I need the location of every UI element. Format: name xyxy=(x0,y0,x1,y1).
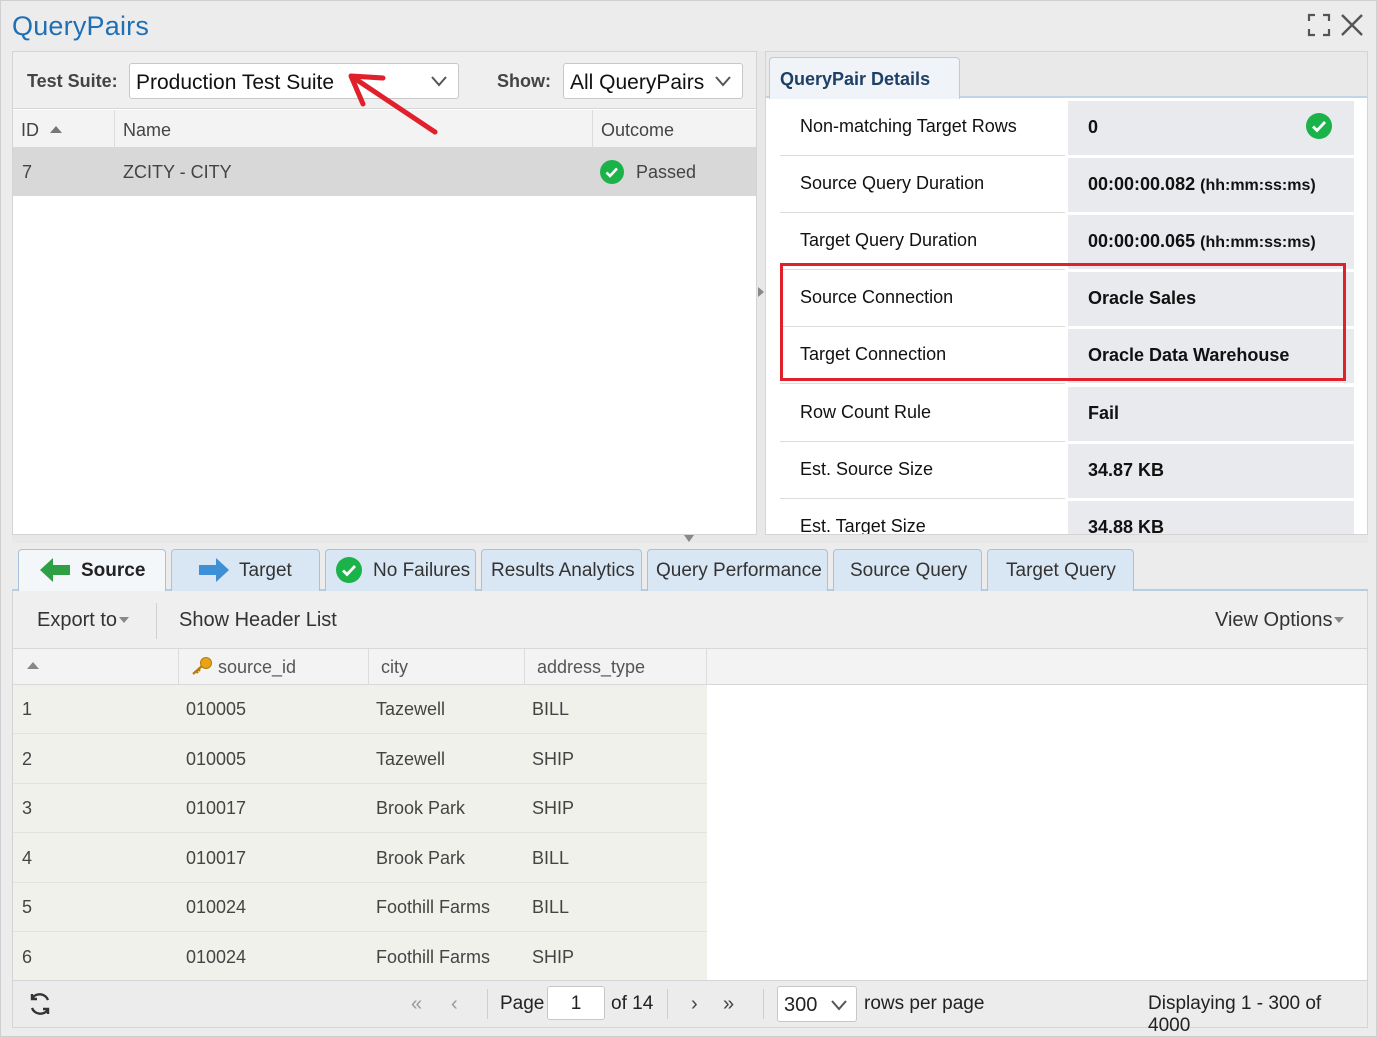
check-circle-icon xyxy=(1306,113,1332,139)
maximize-icon[interactable] xyxy=(1307,13,1331,37)
column-header-source-id[interactable]: source_id xyxy=(179,649,369,685)
tab-querypair-details[interactable]: QueryPair Details xyxy=(769,57,960,99)
table-row[interactable]: 6 010024 Foothill Farms SHIP xyxy=(13,933,707,982)
arrow-right-blue-icon xyxy=(199,558,229,582)
detail-label: Est. Source Size xyxy=(780,443,1065,499)
dropdown-arrow-icon xyxy=(1334,617,1345,623)
pagination-bar: « ‹ Page 1 of 14 › » 300 rows per page D… xyxy=(12,980,1368,1036)
sort-asc-icon xyxy=(50,126,63,133)
column-header-row-number[interactable] xyxy=(13,649,179,685)
detail-label: Source Connection xyxy=(780,271,1065,327)
page-label: Page xyxy=(500,993,545,1014)
details-body: Non-matching Target Rows 0 Source Query … xyxy=(780,100,1354,534)
title-bar: QueryPairs xyxy=(1,1,1376,49)
table-row[interactable]: 7 ZCITY - CITY Passed xyxy=(13,148,756,196)
tab-query-performance[interactable]: Query Performance xyxy=(647,549,828,591)
detail-value: Oracle Sales xyxy=(1068,272,1354,326)
column-header-outcome[interactable]: Outcome xyxy=(593,110,756,148)
table-row[interactable]: 1 010005 Tazewell BILL xyxy=(13,685,707,734)
detail-label: Target Query Duration xyxy=(780,214,1065,270)
tab-source[interactable]: Source xyxy=(18,549,166,591)
tab-source-query[interactable]: Source Query xyxy=(833,549,982,591)
detail-value: 34.87 KB xyxy=(1068,444,1354,498)
check-circle-icon xyxy=(600,160,624,184)
key-icon xyxy=(192,657,212,675)
detail-value: 00:00:00.082 (hh:mm:ss:ms) xyxy=(1068,158,1354,212)
tab-target-query[interactable]: Target Query xyxy=(987,549,1134,591)
querypairs-window: QueryPairs Test Suite: Production Test S… xyxy=(0,0,1377,1037)
window-title: QueryPairs xyxy=(12,11,150,41)
detail-row: Row Count Rule Fail xyxy=(780,386,1354,443)
detail-value: 00:00:00.065 (hh:mm:ss:ms) xyxy=(1068,215,1354,269)
table-row[interactable]: 3 010017 Brook Park SHIP xyxy=(13,784,707,833)
displaying-count: Displaying 1 - 300 of 4000 xyxy=(1148,993,1322,1036)
next-page-button[interactable]: › xyxy=(691,993,698,1016)
detail-row: Est. Target Size 34.88 KB xyxy=(780,500,1354,534)
row-name: ZCITY - CITY xyxy=(123,162,232,182)
show-select[interactable]: All QueryPairs xyxy=(563,63,743,99)
show-value: All QueryPairs xyxy=(570,71,705,94)
chevron-down-icon xyxy=(715,76,731,87)
detail-row: Non-matching Target Rows 0 xyxy=(780,100,1354,157)
show-label: Show: xyxy=(497,71,551,91)
detail-row: Target Query Duration 00:00:00.065 (hh:m… xyxy=(780,214,1354,271)
close-icon[interactable] xyxy=(1340,13,1364,37)
sort-asc-icon xyxy=(27,662,39,669)
horizontal-splitter[interactable] xyxy=(12,535,1368,543)
detail-label: Source Query Duration xyxy=(780,157,1065,213)
detail-value: Fail xyxy=(1068,387,1354,441)
column-header-id[interactable]: ID xyxy=(13,110,115,148)
detail-row: Est. Source Size 34.87 KB xyxy=(780,443,1354,500)
detail-row: Source Connection Oracle Sales xyxy=(780,271,1354,328)
tab-target[interactable]: Target xyxy=(171,549,320,591)
result-tabs: Source Target No Failures Results Analyt… xyxy=(12,543,1368,591)
dropdown-arrow-icon xyxy=(119,617,130,623)
detail-label: Target Connection xyxy=(780,328,1065,384)
check-circle-icon xyxy=(336,557,362,583)
tab-results-analytics[interactable]: Results Analytics xyxy=(481,549,642,591)
view-options-button[interactable]: View Options xyxy=(1215,609,1345,632)
arrow-left-green-icon xyxy=(40,558,70,582)
row-id: 7 xyxy=(22,162,33,182)
test-suite-value: Production Test Suite xyxy=(136,71,335,94)
tab-no-failures[interactable]: No Failures xyxy=(325,549,476,591)
querypair-list-pane: Test Suite: Production Test Suite Show: … xyxy=(12,51,757,535)
last-page-button[interactable]: » xyxy=(723,993,734,1016)
data-grid-header: source_id city address_type xyxy=(13,649,1367,685)
chevron-down-icon xyxy=(831,1000,847,1011)
detail-label: Row Count Rule xyxy=(780,386,1065,442)
first-page-button[interactable]: « xyxy=(411,993,422,1016)
details-tabbar: QueryPair Details xyxy=(766,52,1367,99)
data-grid-body: 1 010005 Tazewell BILL 2 010005 Tazewell… xyxy=(13,685,707,982)
previous-page-button[interactable]: ‹ xyxy=(451,993,458,1016)
detail-value: 0 xyxy=(1068,101,1354,155)
page-number-input[interactable]: 1 xyxy=(547,986,605,1020)
detail-row: Target Connection Oracle Data Warehouse xyxy=(780,328,1354,385)
row-outcome: Passed xyxy=(636,162,697,182)
rows-per-page-select[interactable]: 300 xyxy=(777,986,857,1022)
detail-label: Non-matching Target Rows xyxy=(780,100,1065,156)
result-toolbar: Export to Show Header List View Options xyxy=(13,591,1367,649)
detail-label: Est. Target Size xyxy=(780,500,1065,534)
table-row[interactable]: 4 010017 Brook Park BILL xyxy=(13,834,707,883)
vertical-splitter[interactable] xyxy=(757,51,765,535)
test-suite-label: Test Suite: xyxy=(27,71,118,91)
column-header-city[interactable]: city xyxy=(369,649,525,685)
detail-value: 34.88 KB xyxy=(1068,501,1354,534)
page-count-label: of 14 xyxy=(611,993,654,1014)
rows-per-page-label: rows per page xyxy=(864,993,985,1014)
result-panel: Export to Show Header List View Options … xyxy=(12,591,1368,982)
annotation-arrow-icon xyxy=(348,73,438,135)
table-row[interactable]: 5 010024 Foothill Farms BILL xyxy=(13,883,707,932)
querypair-details-pane: QueryPair Details Non-matching Target Ro… xyxy=(765,51,1368,535)
column-header-address-type[interactable]: address_type xyxy=(525,649,707,685)
detail-row: Source Query Duration 00:00:00.082 (hh:m… xyxy=(780,157,1354,214)
export-to-button[interactable]: Export to xyxy=(37,609,130,632)
refresh-icon[interactable] xyxy=(27,991,53,1017)
table-row[interactable]: 2 010005 Tazewell SHIP xyxy=(13,735,707,784)
detail-value: Oracle Data Warehouse xyxy=(1068,329,1354,383)
show-header-list-button[interactable]: Show Header List xyxy=(179,609,337,632)
